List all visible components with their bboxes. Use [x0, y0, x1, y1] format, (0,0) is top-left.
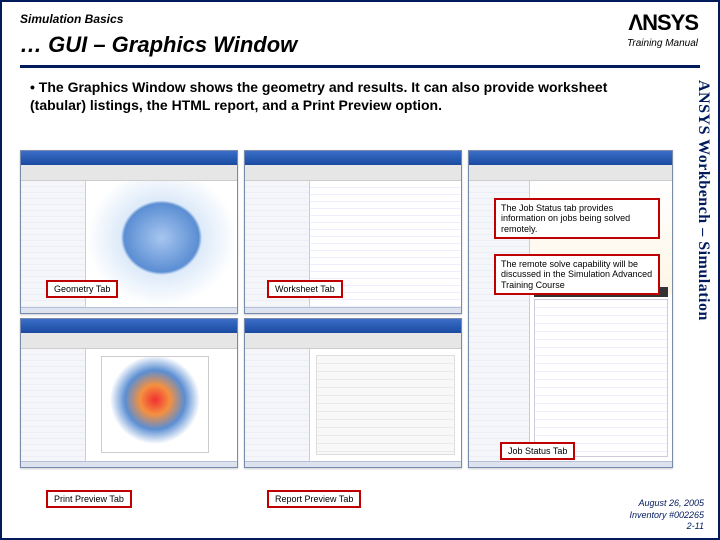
- label-geometry-tab: Geometry Tab: [46, 280, 118, 298]
- screenshot-toolbar: [245, 333, 461, 349]
- screenshot-body: [21, 349, 237, 461]
- screenshot-toolbar: [21, 333, 237, 349]
- label-print-preview-tab: Print Preview Tab: [46, 490, 132, 508]
- report-preview-view: [310, 349, 461, 461]
- page-title: … GUI – Graphics Window: [20, 32, 700, 58]
- bullet-paragraph: The Graphics Window shows the geometry a…: [30, 78, 680, 114]
- screenshot-toolbar: [21, 165, 237, 181]
- side-product-label: ANSYS Workbench – Simulation: [694, 80, 712, 321]
- callout-remote-solve: The remote solve capability will be disc…: [494, 254, 660, 295]
- footer-page: 2-11: [629, 521, 704, 532]
- tab-strip: [245, 307, 461, 313]
- screenshot-body: [245, 349, 461, 461]
- tab-strip: [21, 461, 237, 467]
- content-area: The Graphics Window shows the geometry a…: [2, 68, 718, 114]
- training-manual-label: Training Manual: [627, 38, 698, 49]
- screenshot-toolbar: [245, 165, 461, 181]
- tab-strip: [469, 461, 672, 467]
- footer-inventory: Inventory #002265: [629, 510, 704, 521]
- slide-footer: August 26, 2005 Inventory #002265 2-11: [629, 498, 704, 532]
- logo-text: ΛNSYS: [627, 10, 698, 36]
- breadcrumb: Simulation Basics: [20, 12, 700, 26]
- screenshot-print-preview: [20, 318, 238, 468]
- label-worksheet-tab: Worksheet Tab: [267, 280, 343, 298]
- tab-strip: [21, 307, 237, 313]
- tree-panel: [21, 349, 86, 461]
- screenshot-toolbar: [469, 165, 672, 181]
- label-report-preview-tab: Report Preview Tab: [267, 490, 361, 508]
- tree-panel: [245, 349, 310, 461]
- footer-date: August 26, 2005: [629, 498, 704, 509]
- label-job-status-tab: Job Status Tab: [500, 442, 575, 460]
- slide-header: Simulation Basics … GUI – Graphics Windo…: [2, 2, 718, 62]
- tab-strip: [245, 461, 461, 467]
- screenshot-report-preview: [244, 318, 462, 468]
- print-preview-view: [86, 349, 237, 461]
- brand-logo: ΛNSYS Training Manual: [627, 10, 698, 49]
- callout-job-status: The Job Status tab provides information …: [494, 198, 660, 239]
